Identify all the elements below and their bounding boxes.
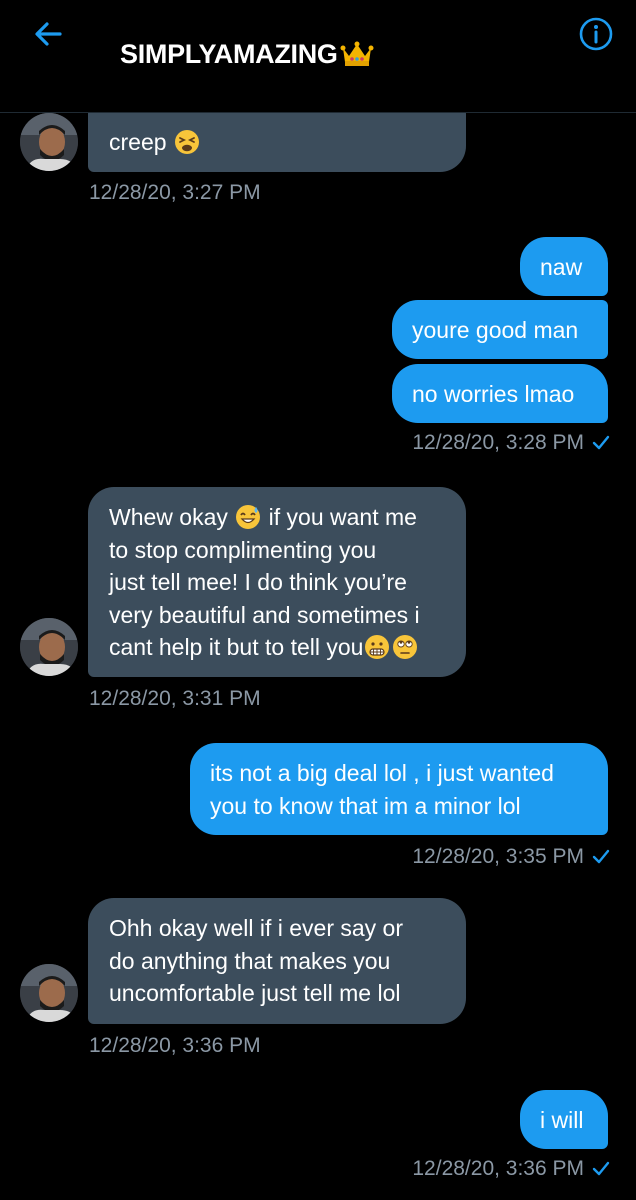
message-timestamp: 12/28/20, 3:28 PM [412,431,584,454]
message-timestamp-row: 12/28/20, 3:35 PM [412,845,610,869]
sent-check-icon [592,849,610,864]
grimacing-emoji [365,635,390,659]
outgoing-message[interactable]: its not a big deal lol , i just wanted y… [190,743,608,835]
message-timestamp: 12/28/20, 3:27 PM [89,181,261,204]
message-text: i will [540,1107,584,1133]
message-line: very beautiful and sometimes i [109,601,420,628]
message-timestamp: 12/28/20, 3:35 PM [412,845,584,868]
message-line: you to know that im a minor lol [210,792,521,819]
message-timestamp-row: 12/28/20, 3:36 PM [412,1157,610,1181]
message-text: no worries lmao [412,381,575,407]
incoming-message[interactable]: Whew okay if you want me to stop complim… [88,487,466,677]
user-photo-icon [20,618,78,676]
message-timestamp: 12/28/20, 3:36 PM [89,1034,261,1057]
message-timestamp-row: 12/28/20, 3:28 PM [412,431,610,455]
avatar[interactable] [20,964,78,1022]
message-line: do anything that makes you [109,947,391,974]
arrow-left-icon [35,22,62,46]
sweat-smile-emoji [236,505,261,529]
message-line: Ohh okay well if i ever say or [109,915,404,941]
user-photo-icon [20,113,78,171]
conversation-title: SIMPLYAMAZING [120,38,338,69]
crown-icon [340,41,374,66]
conversation-header: SIMPLYAMAZING [0,0,636,113]
message-line: just tell mee! I do think you’re [109,569,407,595]
conversation-title-area[interactable]: SIMPLYAMAZING [120,34,374,74]
message-text: naw [540,254,583,280]
back-button[interactable] [30,16,66,52]
message-text: youre good man [412,317,579,343]
message-line: to stop complimenting you [109,536,377,563]
tired-face-emoji [174,130,199,154]
message-line: cant help it but to tell you [109,631,444,664]
message-timestamp: 12/28/20, 3:31 PM [89,687,261,710]
sent-check-icon [592,1161,610,1176]
eye-roll-emoji [393,635,418,659]
info-button[interactable] [578,16,614,52]
message-line: Whew okay if you want me [109,504,417,530]
message-line: its not a big deal lol , i just wanted [210,760,554,786]
outgoing-message[interactable]: youre good man [392,300,608,359]
user-photo-icon [20,964,78,1022]
outgoing-message[interactable]: naw [520,237,608,296]
incoming-message[interactable]: Ohh okay well if i ever say or do anythi… [88,898,466,1024]
message-timestamp: 12/28/20, 3:36 PM [412,1157,584,1180]
avatar[interactable] [20,113,78,171]
message-text: creep [109,129,167,155]
avatar[interactable] [20,618,78,676]
outgoing-message[interactable]: no worries lmao [392,364,608,423]
outgoing-message[interactable]: i will [520,1090,608,1149]
sent-check-icon [592,435,610,450]
info-icon [579,17,613,51]
message-line: uncomfortable just tell me lol [109,980,401,1006]
